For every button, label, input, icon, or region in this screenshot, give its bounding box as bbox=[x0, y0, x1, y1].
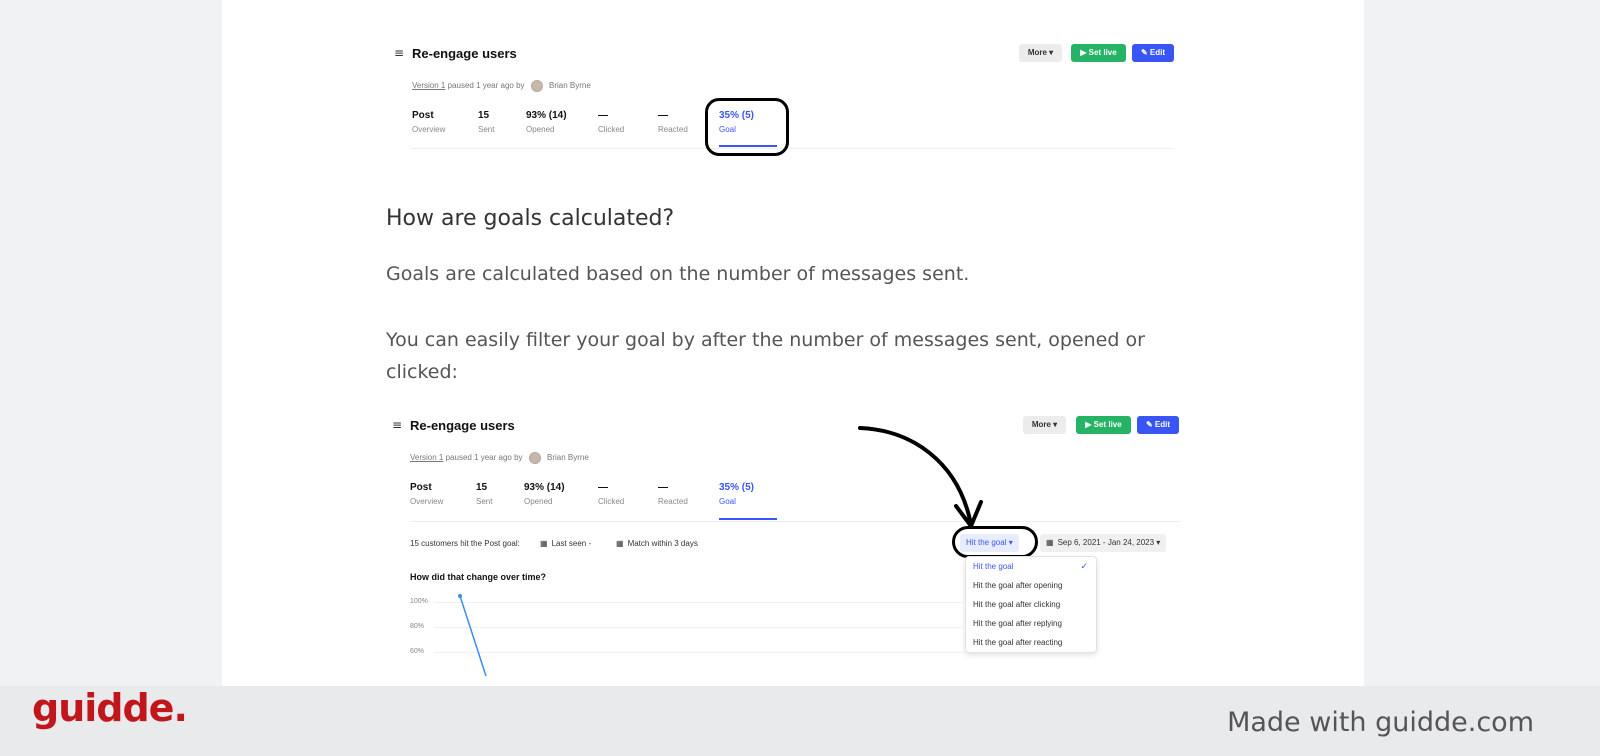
stat-reacted[interactable]: — Reacted bbox=[658, 110, 688, 134]
menu-item-after-opening[interactable]: Hit the goal after opening bbox=[966, 576, 1096, 595]
avatar bbox=[528, 452, 541, 464]
version-status: paused 1 year ago by bbox=[447, 81, 525, 91]
stat-value: — bbox=[658, 482, 668, 493]
gridline bbox=[434, 602, 964, 603]
menu-item-after-reacting[interactable]: Hit the goal after reacting bbox=[966, 633, 1096, 652]
stat-label: Overview bbox=[412, 125, 446, 134]
goal-tab-underline bbox=[719, 518, 777, 520]
stat-value: — bbox=[598, 482, 608, 493]
y-tick: 100% bbox=[410, 598, 428, 605]
calendar-icon: ▦ bbox=[540, 539, 548, 548]
version-meta: Version 1 paused 1 year ago by Brian Byr… bbox=[410, 452, 589, 464]
stat-label: Goal bbox=[719, 497, 736, 506]
goal-options-menu: Hit the goal ✓ Hit the goal after openin… bbox=[965, 556, 1097, 653]
annotation-arrow-icon bbox=[858, 426, 983, 528]
date-range-picker[interactable]: ▦ Sep 6, 2021 - Jan 24, 2023 ▾ bbox=[1040, 534, 1167, 552]
top-screenshot: ≡ Re-engage users More ▾ ▶ Set live ✎ Ed… bbox=[222, 26, 1364, 166]
stat-label: Clicked bbox=[598, 125, 625, 134]
calendar-icon: ▦ bbox=[1046, 538, 1054, 547]
stat-overview[interactable]: Post Overview bbox=[412, 110, 445, 134]
version-link[interactable]: Version 1 bbox=[410, 453, 443, 462]
stat-overview[interactable]: Post Overview bbox=[410, 482, 443, 506]
stat-opened[interactable]: 93% (14) Opened bbox=[526, 110, 567, 134]
paragraph: Goals are calculated based on the number… bbox=[386, 263, 970, 285]
edit-button[interactable]: ✎ Edit bbox=[1132, 44, 1174, 62]
version-link[interactable]: Version 1 bbox=[412, 81, 445, 90]
stat-label: Sent bbox=[478, 125, 495, 134]
chart-title: How did that change over time? bbox=[410, 572, 547, 582]
stat-label: Sent bbox=[476, 497, 493, 506]
match-within-label: Match within 3 days bbox=[627, 539, 698, 548]
stat-value: 93% (14) bbox=[524, 482, 565, 493]
divider bbox=[412, 148, 1174, 149]
bottom-screenshot: ≡ Re-engage users More ▾ ▶ Set live ✎ Ed… bbox=[222, 406, 1364, 686]
gridline bbox=[434, 627, 964, 628]
stat-opened[interactable]: 93% (14) Opened bbox=[524, 482, 565, 506]
guidde-logo[interactable]: guidde. bbox=[32, 686, 188, 730]
campaign-title: Re-engage users bbox=[410, 418, 515, 433]
check-icon: ✓ bbox=[1080, 561, 1088, 571]
match-within-filter[interactable]: ▦ Match within 3 days bbox=[616, 539, 698, 548]
stat-label: Reacted bbox=[658, 497, 688, 506]
y-tick: 60% bbox=[410, 648, 425, 655]
menu-item-hit-the-goal[interactable]: Hit the goal ✓ bbox=[966, 557, 1096, 576]
stat-value: 93% (14) bbox=[526, 110, 567, 121]
set-live-button[interactable]: ▶ Set live bbox=[1076, 416, 1131, 434]
avatar bbox=[530, 80, 543, 92]
stat-value: — bbox=[658, 110, 668, 121]
stat-value: Post bbox=[412, 110, 434, 121]
stat-clicked[interactable]: — Clicked bbox=[598, 482, 624, 506]
set-live-button[interactable]: ▶ Set live bbox=[1071, 44, 1126, 62]
paragraph: You can easily filter your goal by after… bbox=[386, 329, 1145, 383]
more-button[interactable]: More ▾ bbox=[1023, 416, 1066, 434]
version-meta: Version 1 paused 1 year ago by Brian Byr… bbox=[412, 80, 591, 92]
stat-label: Opened bbox=[524, 497, 553, 506]
last-seen-filter[interactable]: ▦ Last seen - bbox=[540, 539, 591, 548]
menu-icon[interactable]: ≡ bbox=[392, 418, 402, 432]
menu-icon[interactable]: ≡ bbox=[394, 46, 404, 60]
made-with-link[interactable]: Made with guidde.com bbox=[1227, 707, 1534, 738]
footer-bar: guidde. Made with guidde.com bbox=[0, 686, 1600, 756]
stat-label: Reacted bbox=[658, 125, 688, 134]
menu-item-after-clicking[interactable]: Hit the goal after clicking bbox=[966, 595, 1096, 614]
author-name: Brian Byrne bbox=[547, 453, 589, 463]
stat-reacted[interactable]: — Reacted bbox=[658, 482, 688, 506]
stat-label: Clicked bbox=[598, 497, 625, 506]
date-range-label: Sep 6, 2021 - Jan 24, 2023 ▾ bbox=[1057, 538, 1161, 547]
edit-button[interactable]: ✎ Edit bbox=[1137, 416, 1179, 434]
stat-value: 35% (5) bbox=[719, 482, 755, 493]
stat-goal[interactable]: 35% (5) Goal bbox=[719, 482, 754, 506]
calendar-icon: ▦ bbox=[616, 539, 624, 548]
article-page: ≡ Re-engage users More ▾ ▶ Set live ✎ Ed… bbox=[222, 0, 1364, 686]
stat-sent[interactable]: 15 Sent bbox=[478, 110, 494, 134]
annotation-circle bbox=[705, 98, 789, 156]
filter-summary: 15 customers hit the Post goal: bbox=[410, 539, 520, 548]
last-seen-label: Last seen - bbox=[551, 539, 592, 548]
stat-value: Post bbox=[410, 482, 432, 493]
gridline bbox=[434, 652, 964, 653]
campaign-title: Re-engage users bbox=[412, 46, 517, 61]
stat-label: Overview bbox=[410, 497, 444, 506]
divider bbox=[410, 521, 1180, 522]
section-heading: How are goals calculated? bbox=[386, 206, 675, 231]
y-tick: 80% bbox=[410, 623, 425, 630]
more-button[interactable]: More ▾ bbox=[1019, 44, 1062, 62]
stat-value: 15 bbox=[478, 110, 490, 121]
stat-sent[interactable]: 15 Sent bbox=[476, 482, 492, 506]
author-name: Brian Byrne bbox=[549, 81, 591, 91]
chart-line bbox=[458, 594, 487, 677]
stat-value: 15 bbox=[476, 482, 488, 493]
stat-value: — bbox=[598, 110, 608, 121]
menu-item-after-replying[interactable]: Hit the goal after replying bbox=[966, 614, 1096, 633]
stat-clicked[interactable]: — Clicked bbox=[598, 110, 624, 134]
version-status: paused 1 year ago by bbox=[445, 453, 523, 463]
stat-label: Opened bbox=[526, 125, 555, 134]
